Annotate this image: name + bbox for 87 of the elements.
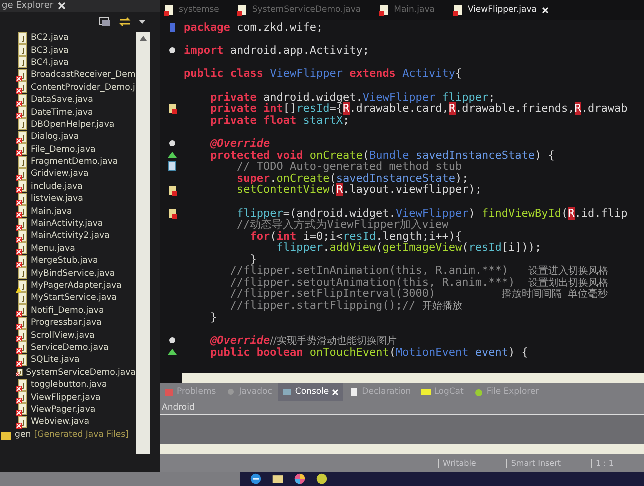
- file-item[interactable]: Dialog.java: [16, 131, 136, 144]
- code-line: package com.zkd.wife;: [184, 22, 324, 34]
- tab-icon: [226, 387, 236, 397]
- code-line: private android.widget.ViewFlipper flipper;: [209, 92, 496, 104]
- dropdown-caret-icon[interactable]: [139, 20, 146, 24]
- code-line: public class ViewFlipper extends Activity{: [184, 68, 462, 80]
- code-line: //动态导入方式为ViewFlipper加入view: [236, 219, 449, 231]
- code-line: super.onCreate(savedInstanceState);: [236, 172, 469, 184]
- code-line: @Override: [209, 138, 270, 150]
- file-item[interactable]: BC4.java: [16, 56, 136, 70]
- scroll-up-icon[interactable]: [140, 36, 146, 41]
- horizontal-scrollbar[interactable]: [182, 373, 644, 383]
- code-line: }: [250, 254, 257, 266]
- tab-icon: [282, 387, 292, 397]
- tab-icon: [164, 387, 174, 397]
- tab-icon: [349, 387, 360, 397]
- file-item[interactable]: listview.java: [16, 193, 136, 206]
- code-line: flipper=(android.widget.ViewFlipper) findViewById(R.id.flip: [236, 208, 628, 220]
- java-file-icon: [237, 4, 248, 16]
- close-icon[interactable]: [542, 6, 549, 14]
- code-line: protected void onCreate(Bundle savedInstanceState) {: [209, 150, 555, 162]
- code-editor[interactable]: [160, 0, 644, 383]
- file-item[interactable]: ContentProvider_Demo.j: [16, 82, 136, 94]
- file-item[interactable]: BC2.java: [16, 32, 136, 44]
- status-field: Smart Insert: [506, 458, 582, 468]
- file-item[interactable]: MainActivity2.java: [16, 230, 136, 243]
- file-item[interactable]: include.java: [16, 180, 136, 194]
- file-item[interactable]: Notifi_Demo.java: [16, 304, 136, 317]
- editor-tab[interactable]: ViewFlipper.java: [452, 4, 549, 16]
- browser-icon[interactable]: [250, 473, 262, 485]
- code-line: }: [209, 312, 218, 324]
- code-line: //flipper.setoutAnimation(this, R.anim.***) 设置划出切换风格: [229, 276, 608, 289]
- code-line: import android.app.Activity;: [184, 45, 370, 57]
- code-line: //flipper.setFlipInterval(3000) 播放时间间隔 单位毫秒: [229, 288, 608, 300]
- circle-icon[interactable]: [316, 473, 328, 485]
- file-item[interactable]: DataSave.java: [16, 94, 136, 106]
- file-item[interactable]: ViewFlipper.java: [16, 391, 136, 404]
- file-item[interactable]: MyPagerAdapter.java: [16, 280, 136, 292]
- code-line: private float startX;: [209, 114, 350, 126]
- close-icon[interactable]: [58, 2, 66, 10]
- code-line: public boolean onTouchEvent(MotionEvent event) {: [209, 346, 528, 358]
- link-arrows-icon[interactable]: [119, 17, 131, 27]
- code-line: //flipper.setInAnimation(this, R.anim.***) 设置进入切换风格: [229, 264, 608, 278]
- file-item[interactable]: togglebutton.java: [16, 378, 136, 392]
- java-file-icon: [452, 4, 463, 16]
- code-line: flipper.addView(getImageView(resId[i]));: [276, 242, 542, 254]
- file-item[interactable]: File_Demo.java: [16, 144, 136, 156]
- tab-icon: [421, 387, 432, 397]
- vertical-scrollbar[interactable]: [136, 32, 150, 454]
- java-file-icon: [379, 4, 390, 16]
- file-item[interactable]: MainActivity.java: [16, 218, 136, 230]
- file-item[interactable]: ServiceDemo.java: [16, 342, 136, 354]
- code-line: // TODO Auto-generated method stub: [236, 161, 462, 173]
- fold-toggle-icon[interactable]: [168, 335, 176, 346]
- file-item[interactable]: MyBindService.java: [16, 267, 136, 280]
- code-line: for(int i=0;i<resId.length;i++){: [249, 230, 462, 242]
- code-line: //flipper.startFlipping();// 开始播放: [229, 300, 462, 312]
- tab-icon: [474, 387, 484, 397]
- file-item[interactable]: ScrollView.java: [16, 329, 136, 342]
- status-field: Writable: [438, 458, 496, 468]
- file-item[interactable]: SystemServiceDemo.java: [16, 366, 136, 379]
- fold-toggle-icon[interactable]: [168, 138, 176, 150]
- file-item[interactable]: SQLite.java: [16, 354, 136, 367]
- fold-toggle-icon[interactable]: [168, 45, 176, 56]
- code-line: @Override//实现手势滑动也能切换图片: [209, 334, 397, 347]
- file-item[interactable]: BroadcastReceiver_Dem: [16, 69, 136, 82]
- status-field: 1 : 1: [591, 458, 634, 468]
- folder-item[interactable]: gen [Generated Java Files]: [0, 428, 136, 441]
- file-item[interactable]: FragmentDemo.java: [16, 156, 136, 168]
- file-item[interactable]: MergeStub.java: [16, 255, 136, 268]
- horizontal-scrollbar[interactable]: [160, 444, 644, 454]
- file-item[interactable]: Main.java: [16, 205, 136, 218]
- file-item[interactable]: DateTime.java: [16, 106, 136, 119]
- collapse-all-icon[interactable]: [99, 17, 111, 27]
- file-item[interactable]: ViewPager.java: [16, 404, 136, 416]
- file-item[interactable]: MyStartService.java: [16, 292, 136, 305]
- java-file-icon: [164, 4, 174, 16]
- folder-icon[interactable]: [272, 473, 284, 485]
- file-item[interactable]: BC3.java: [16, 44, 136, 57]
- code-line: setContentView(R.layout.viewflipper);: [236, 184, 482, 196]
- panel-tab[interactable]: Console: [278, 383, 344, 401]
- file-item[interactable]: Gridview.java: [16, 168, 136, 181]
- pinwheel-icon[interactable]: [294, 473, 306, 485]
- file-item[interactable]: Webview.java: [16, 416, 136, 428]
- file-item[interactable]: DBOpenHelper.java: [16, 118, 136, 132]
- file-item[interactable]: Progressbar.java: [16, 316, 136, 330]
- file-item[interactable]: Menu.java: [16, 242, 136, 256]
